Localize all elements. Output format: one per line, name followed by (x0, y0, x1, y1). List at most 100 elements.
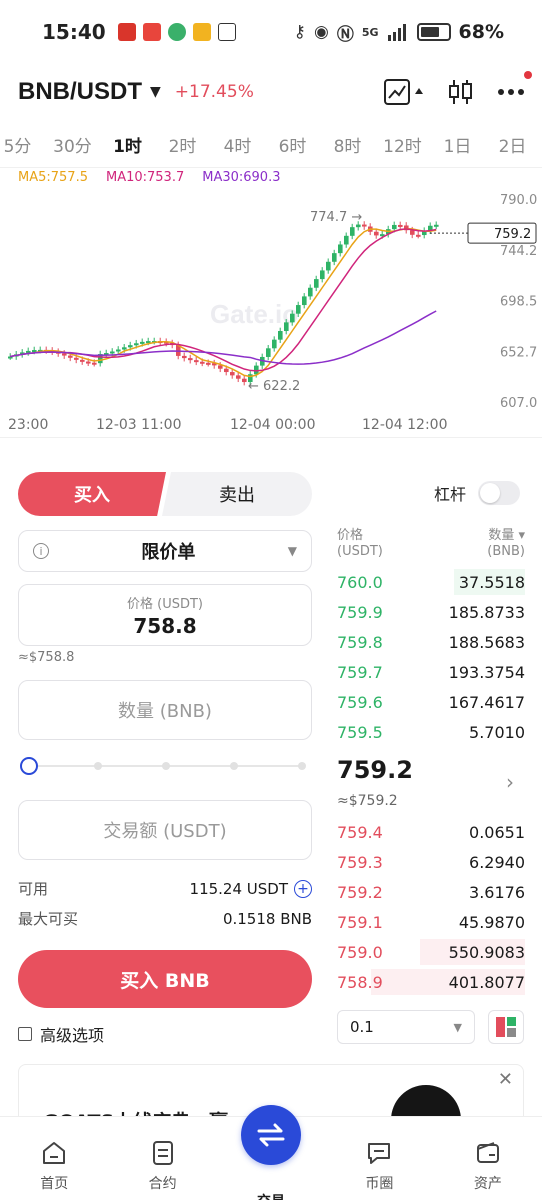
bid-price: 758.9 (337, 972, 383, 992)
nav-community[interactable]: 币圈 (325, 1117, 433, 1200)
timeframe-tab[interactable]: 12时 (375, 132, 430, 157)
ma-legend: MA5:757.5 MA10:753.7 MA30:690.3 (18, 170, 280, 185)
bid-row[interactable]: 759.0 550.9083 (337, 937, 525, 967)
battery-level: 68% (458, 21, 504, 43)
advanced-options-checkbox[interactable] (18, 1027, 32, 1041)
timeframe-tab[interactable]: 2日 (485, 132, 540, 157)
signal-icon (387, 24, 406, 41)
candle-body (296, 305, 301, 314)
timeframe-tab[interactable]: 1时 (100, 132, 155, 157)
price-approx-usd: ≈$758.8 (18, 650, 75, 665)
bid-quantity: 3.6176 (469, 882, 525, 902)
candle-body (308, 287, 313, 297)
pair-selector[interactable]: BNB/USDT (18, 78, 142, 106)
y-tick-label: 652.7 (500, 345, 537, 360)
buy-tab[interactable]: 买入 (18, 472, 166, 516)
nav-contract[interactable]: 合约 (108, 1117, 216, 1200)
slider-step-75[interactable] (230, 762, 238, 770)
slider-handle[interactable] (20, 757, 38, 775)
timeframe-tab[interactable]: 2时 (155, 132, 210, 157)
battery-icon (416, 23, 451, 41)
ask-row[interactable]: 759.5 5.7010 (337, 717, 525, 747)
nav-home-label: 首页 (40, 1176, 69, 1192)
bid-price: 759.0 (337, 942, 383, 962)
bid-row[interactable]: 758.9 401.8077 (337, 967, 525, 997)
bottom-nav: 首页 合约 交易 币圈 资产 (0, 1105, 542, 1200)
info-icon[interactable]: i (33, 543, 49, 559)
order-type-select[interactable]: i 限价单 ▼ (18, 530, 312, 572)
kline-svg[interactable]: Gate.io790.0744.2698.5652.7607.023:00 12-… (0, 186, 542, 438)
timeframe-tab[interactable]: 8时 (320, 132, 375, 157)
leverage-toggle[interactable] (478, 481, 521, 505)
slider-step-25[interactable] (94, 762, 102, 770)
timeframe-tab[interactable]: 4时 (210, 132, 265, 157)
orderbook-layout-button[interactable] (488, 1010, 524, 1044)
candlestick-button[interactable] (448, 77, 474, 107)
price-change-percent: +17.45% (174, 82, 254, 102)
candle-body (128, 345, 133, 348)
caret-down-icon: ▼ (453, 1020, 462, 1034)
price-input[interactable]: 价格 (USDT) 758.8 (18, 584, 312, 646)
last-price[interactable]: 759.2 (337, 756, 413, 784)
orderbook-qty-header[interactable]: 数量 ▾ (487, 528, 525, 544)
quantity-placeholder: 数量 (BNB) (118, 701, 212, 722)
candle-body (332, 253, 337, 262)
candle-body (224, 368, 229, 373)
candle-body (86, 361, 91, 364)
chevron-right-icon[interactable]: › (506, 770, 514, 794)
x-tick-label: 12-04 12:00 (362, 417, 447, 433)
ask-row[interactable]: 759.6 167.4617 (337, 687, 525, 717)
trade-amount-placeholder: 交易额 (USDT) (103, 821, 227, 842)
kline-chart[interactable]: Gate.io 790.0 744.2 698.5 652.7 607.0 23:00 12-… (0, 186, 542, 438)
ask-row[interactable]: 759.9 185.8733 (337, 597, 525, 627)
contract-icon (152, 1141, 173, 1165)
more-button[interactable] (498, 71, 532, 107)
candle-body (68, 355, 73, 358)
ask-row[interactable]: 759.8 188.5683 (337, 627, 525, 657)
deposit-plus-icon[interactable]: + (294, 879, 312, 898)
ask-row[interactable]: 760.0 37.5518 (337, 567, 525, 597)
candle-body (278, 331, 283, 340)
nav-trade[interactable]: 交易 (217, 1105, 325, 1200)
chart-toggle-button[interactable] (384, 77, 424, 107)
slider-step-50[interactable] (162, 762, 170, 770)
trade-fab[interactable] (241, 1105, 302, 1165)
x-tick-label: 23:00 (8, 417, 48, 433)
bid-row[interactable]: 759.2 3.6176 (337, 877, 525, 907)
amount-slider[interactable] (18, 756, 312, 776)
timeframe-tab[interactable]: 1日 (430, 132, 485, 157)
bid-row[interactable]: 759.3 6.2940 (337, 847, 525, 877)
buy-bnb-button[interactable]: 买入 BNB (18, 950, 312, 1008)
candle-body (206, 362, 211, 365)
ask-price: 760.0 (337, 572, 383, 592)
timeframe-tab[interactable]: 6时 (265, 132, 320, 157)
bid-row[interactable]: 759.4 0.0651 (337, 817, 525, 847)
nav-home[interactable]: 首页 (0, 1117, 108, 1200)
caret-down-icon[interactable]: ▼ (150, 84, 161, 100)
slider-step-100[interactable] (298, 762, 306, 770)
candle-body (362, 224, 367, 227)
bid-row[interactable]: 759.1 45.9870 (337, 907, 525, 937)
key-icon: ⚷ (293, 22, 306, 42)
candle-body (290, 313, 295, 323)
advanced-options[interactable]: 高级选项 (18, 1022, 104, 1046)
ask-row[interactable]: 759.7 193.3754 (337, 657, 525, 687)
nav-assets[interactable]: 资产 (434, 1117, 542, 1200)
precision-select[interactable]: 0.1 ▼ (337, 1010, 475, 1044)
y-tick-label: 607.0 (500, 396, 537, 411)
candle-body (122, 347, 127, 350)
quantity-input[interactable]: 数量 (BNB) (18, 680, 312, 740)
price-input-value[interactable]: 758.8 (19, 614, 311, 638)
close-icon[interactable]: ✕ (498, 1069, 513, 1090)
candle-body (200, 361, 205, 364)
sell-tab[interactable]: 卖出 (162, 472, 312, 516)
candle-body (110, 351, 115, 354)
trade-amount-input[interactable]: 交易额 (USDT) (18, 800, 312, 860)
candle-body (182, 355, 187, 359)
timeframe-tab[interactable]: 5分 (0, 132, 45, 157)
timeframe-tab[interactable]: 30分 (45, 132, 100, 157)
advanced-options-label: 高级选项 (40, 1026, 105, 1045)
x-tick-label: 12-03 11:00 (96, 417, 181, 433)
order-type-label: 限价单 (141, 542, 196, 563)
candle-body (194, 360, 199, 363)
